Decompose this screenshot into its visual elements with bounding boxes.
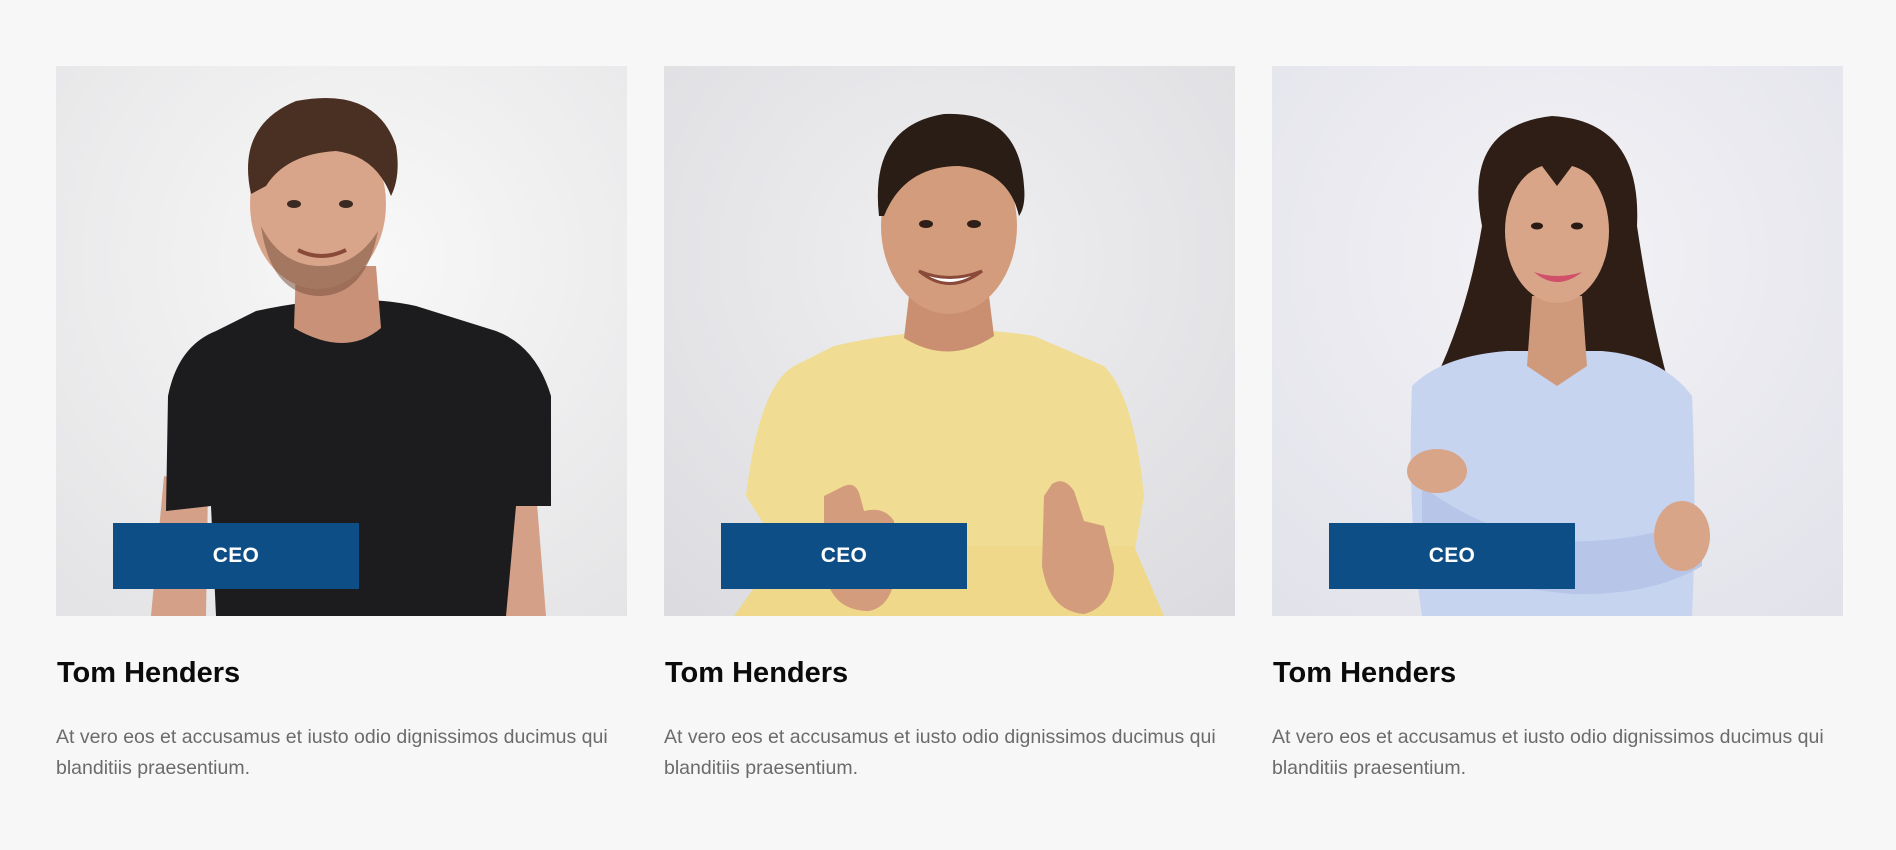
- role-badge: CEO: [721, 523, 967, 589]
- team-member-name: Tom Henders: [57, 657, 241, 689]
- team-card: CEO Tom Henders At vero eos et accusamus…: [1272, 66, 1843, 784]
- team-member-description: At vero eos et accusamus et iusto odio d…: [664, 726, 1216, 779]
- role-badge: CEO: [1329, 523, 1575, 589]
- team-member-name: Tom Henders: [665, 657, 849, 689]
- role-badge: CEO: [113, 523, 359, 589]
- team-member-photo: CEO: [1272, 66, 1843, 616]
- team-member-photo: CEO: [56, 66, 627, 616]
- team-member-description: At vero eos et accusamus et iusto odio d…: [1272, 726, 1824, 779]
- team-member-description: At vero eos et accusamus et iusto odio d…: [56, 726, 608, 779]
- team-member-name: Tom Henders: [1273, 657, 1457, 689]
- team-card: CEO Tom Henders At vero eos et accusamus…: [664, 66, 1235, 784]
- team-member-photo: CEO: [664, 66, 1235, 616]
- team-grid: CEO Tom Henders At vero eos et accusamus…: [56, 66, 1843, 784]
- team-card: CEO Tom Henders At vero eos et accusamus…: [56, 66, 627, 784]
